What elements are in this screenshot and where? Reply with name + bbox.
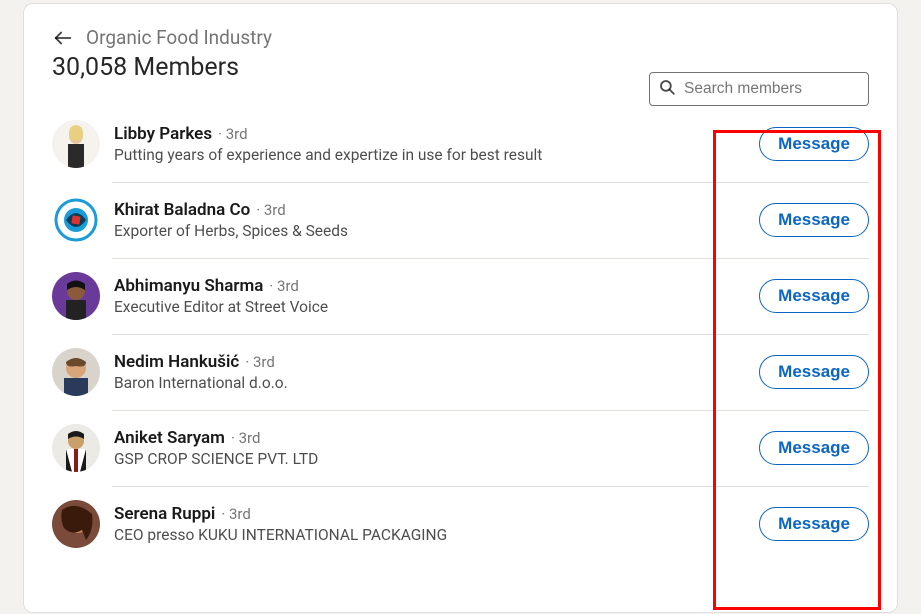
list-item: Serena Ruppi 3rd CEO presso KUKU INTERNA… (52, 486, 869, 562)
list-item: Aniket Saryam 3rd GSP CROP SCIENCE PVT. … (52, 410, 869, 486)
member-headline: Putting years of experience and expertiz… (114, 146, 759, 164)
avatar[interactable] (52, 348, 100, 396)
member-info[interactable]: Libby Parkes 3rd Putting years of experi… (114, 124, 759, 164)
member-name: Nedim Hankušić (114, 352, 239, 372)
member-name: Abhimanyu Sharma (114, 276, 263, 296)
header: Organic Food Industry 30,058 Members (24, 4, 897, 88)
member-headline: CEO presso KUKU INTERNATIONAL PACKAGING (114, 526, 759, 544)
connection-degree: 3rd (245, 353, 274, 371)
search-input[interactable] (682, 79, 860, 99)
avatar[interactable] (52, 424, 100, 472)
member-list: Libby Parkes 3rd Putting years of experi… (24, 88, 897, 562)
member-info[interactable]: Khirat Baladna Co 3rd Exporter of Herbs,… (114, 200, 759, 240)
back-arrow-icon[interactable] (52, 27, 74, 49)
divider (112, 258, 869, 259)
member-headline: Executive Editor at Street Voice (114, 298, 759, 316)
avatar[interactable] (52, 500, 100, 548)
member-headline: Exporter of Herbs, Spices & Seeds (114, 222, 759, 240)
search-field[interactable] (649, 72, 869, 106)
group-name[interactable]: Organic Food Industry (86, 26, 272, 49)
connection-degree: 3rd (218, 125, 247, 143)
message-button[interactable]: Message (759, 355, 869, 389)
members-card: Organic Food Industry 30,058 Members Lib… (23, 3, 898, 613)
message-button[interactable]: Message (759, 431, 869, 465)
member-info[interactable]: Nedim Hankušić 3rd Baron International d… (114, 352, 759, 392)
list-item: Khirat Baladna Co 3rd Exporter of Herbs,… (52, 182, 869, 258)
divider (112, 334, 869, 335)
message-button[interactable]: Message (759, 279, 869, 313)
message-button[interactable]: Message (759, 507, 869, 541)
list-item: Libby Parkes 3rd Putting years of experi… (52, 106, 869, 182)
list-item: Nedim Hankušić 3rd Baron International d… (52, 334, 869, 410)
member-info[interactable]: Aniket Saryam 3rd GSP CROP SCIENCE PVT. … (114, 428, 759, 468)
divider (112, 486, 869, 487)
member-name: Serena Ruppi (114, 504, 215, 524)
avatar[interactable] (52, 196, 100, 244)
breadcrumb: Organic Food Industry (52, 26, 869, 49)
member-headline: Baron International d.o.o. (114, 374, 759, 392)
connection-degree: 3rd (221, 505, 250, 523)
member-info[interactable]: Serena Ruppi 3rd CEO presso KUKU INTERNA… (114, 504, 759, 544)
message-button[interactable]: Message (759, 127, 869, 161)
avatar[interactable] (52, 120, 100, 168)
connection-degree: 3rd (231, 429, 260, 447)
message-button[interactable]: Message (759, 203, 869, 237)
member-name: Libby Parkes (114, 124, 212, 144)
avatar[interactable] (52, 272, 100, 320)
divider (112, 410, 869, 411)
member-name: Aniket Saryam (114, 428, 225, 448)
list-item: Abhimanyu Sharma 3rd Executive Editor at… (52, 258, 869, 334)
connection-degree: 3rd (269, 277, 298, 295)
search-icon (658, 78, 676, 100)
divider (112, 182, 869, 183)
member-info[interactable]: Abhimanyu Sharma 3rd Executive Editor at… (114, 276, 759, 316)
member-name: Khirat Baladna Co (114, 200, 250, 220)
connection-degree: 3rd (256, 201, 285, 219)
member-headline: GSP CROP SCIENCE PVT. LTD (114, 450, 759, 468)
